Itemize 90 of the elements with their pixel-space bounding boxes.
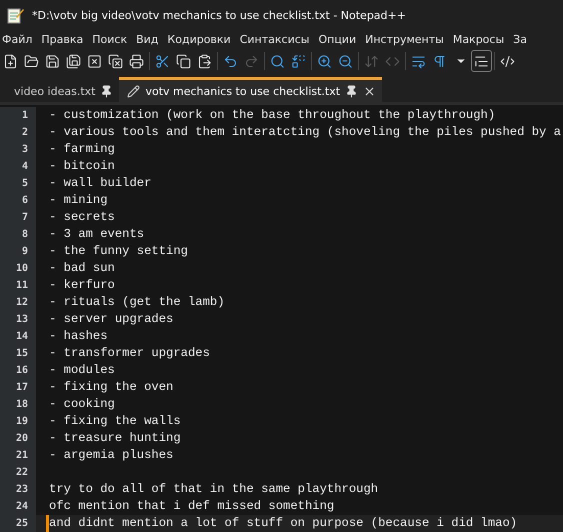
line-number: 8 — [0, 226, 36, 243]
line-number: 5 — [0, 175, 36, 192]
menu-item[interactable]: Правка — [41, 32, 86, 46]
save-icon — [45, 54, 60, 68]
text-line: try to do all of that in the same playthrough — [49, 481, 378, 498]
menu-item[interactable]: Макросы — [452, 32, 506, 46]
line-number: 23 — [0, 481, 36, 498]
text-line: - hashes — [49, 328, 108, 345]
close-all-icon — [108, 54, 123, 68]
line-number: 12 — [0, 294, 36, 311]
indent-guide-button[interactable] — [471, 50, 492, 72]
line-number: 7 — [0, 209, 36, 226]
text-line: - wall builder — [49, 175, 152, 192]
notepad-icon — [6, 6, 24, 24]
line-number: 19 — [0, 413, 36, 430]
undo-icon — [223, 54, 238, 68]
menu-item[interactable]: Инструменты — [365, 32, 446, 46]
menu-item[interactable]: Кодировки — [167, 32, 233, 46]
text-line: - rituals (get the lamb) — [49, 294, 225, 311]
text-line: - 3 am events — [49, 226, 144, 243]
text-line: ofc mention that i def missed something — [49, 498, 334, 515]
text-line: - kerfuro — [49, 277, 115, 294]
indent-guide-icon — [474, 54, 489, 68]
line-number: 25 — [0, 515, 36, 532]
text-line: - various tools and them interatcting (shoveling the piles pushed by a — [49, 124, 561, 141]
wrap-text-icon — [411, 54, 426, 68]
folder-icon — [24, 54, 39, 68]
close-icon — [87, 54, 102, 68]
text-line: - bitcoin — [49, 158, 115, 175]
line-number: 21 — [0, 447, 36, 464]
search-icon — [270, 54, 285, 68]
pencil-icon — [127, 84, 140, 98]
menu-item[interactable]: Вид — [136, 32, 160, 46]
text-line: - mining — [49, 192, 108, 209]
text-line: - the funny setting — [49, 243, 188, 260]
text-line: - fixing the oven — [49, 379, 174, 396]
text-line: - secrets — [49, 209, 115, 226]
line-number: 10 — [0, 260, 36, 277]
zoom-out-icon — [338, 54, 353, 68]
line-number: 13 — [0, 311, 36, 328]
text-line: - treasure hunting — [49, 430, 181, 447]
text-line: - argemia plushes — [49, 447, 174, 464]
pin-icon[interactable] — [100, 84, 114, 98]
line-number: 22 — [0, 464, 36, 481]
code-icon — [500, 54, 515, 68]
replace-icon — [291, 54, 306, 68]
text-line: and didnt mention a lot of stuff on purpose (because i did lmao) — [49, 515, 518, 532]
pilcrow-icon — [432, 54, 447, 68]
menu-item[interactable]: Синтаксисы — [240, 32, 312, 46]
clipboard-icon — [197, 54, 212, 68]
text-line: - server upgrades — [49, 311, 174, 328]
menu-item[interactable]: Поиск — [92, 32, 130, 46]
line-number: 16 — [0, 362, 36, 379]
copy-icon — [176, 54, 191, 68]
line-number: 6 — [0, 192, 36, 209]
line-number: 4 — [0, 158, 36, 175]
line-number: 14 — [0, 328, 36, 345]
line-number: 20 — [0, 430, 36, 447]
text-line: - fixing the walls — [49, 413, 181, 430]
text-line: - cooking — [49, 396, 115, 413]
zoom-in-icon — [317, 54, 332, 68]
line-number: 24 — [0, 498, 36, 515]
text-line: - farming — [49, 141, 115, 158]
close-icon[interactable] — [363, 84, 376, 98]
save-all-icon — [66, 54, 81, 68]
text-line: - modules — [49, 362, 115, 379]
menu-item[interactable]: За — [513, 32, 529, 46]
line-number: 17 — [0, 379, 36, 396]
line-number: 3 — [0, 141, 36, 158]
text-line: - bad sun — [49, 260, 115, 277]
line-number: 1 — [0, 107, 36, 124]
file-tab[interactable]: video ideas.txt — [6, 77, 120, 102]
menu-item[interactable]: Опции — [318, 32, 358, 46]
redo-icon — [244, 54, 259, 68]
line-number: 11 — [0, 277, 36, 294]
line-number: 15 — [0, 345, 36, 362]
new-file-icon — [3, 54, 18, 68]
file-tab[interactable]: votv mechanics to use checklist.txt — [119, 77, 382, 102]
text-line: - transformer upgrades — [49, 345, 210, 362]
menu-item[interactable]: Файл — [2, 32, 34, 46]
scissors-icon — [155, 54, 170, 68]
line-number: 18 — [0, 396, 36, 413]
window-title: *D:\votv big video\votv mechanics to use checklist.txt - Notepad++ — [32, 8, 406, 22]
change-marker — [46, 515, 49, 532]
line-number: 9 — [0, 243, 36, 260]
line-number: 2 — [0, 124, 36, 141]
text-line: - customization (work on the base throughout the playthrough) — [49, 107, 496, 124]
printer-icon — [129, 54, 144, 68]
vertical-arrows-icon — [364, 54, 379, 68]
pin-icon[interactable] — [345, 84, 358, 98]
